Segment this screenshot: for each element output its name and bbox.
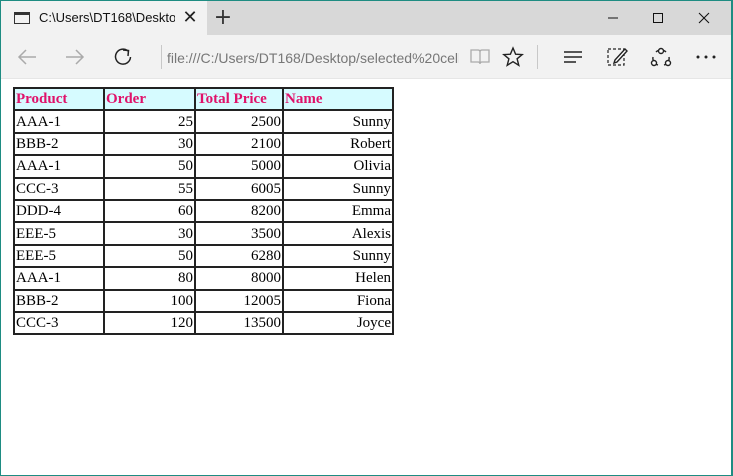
name-cell: Robert xyxy=(283,132,393,156)
total-price-cell: 2500 xyxy=(195,110,283,133)
table-header-row: Product Order Total Price Name xyxy=(14,88,393,111)
header-order: Order xyxy=(104,88,195,111)
refresh-icon xyxy=(114,48,132,65)
back-arrow-icon xyxy=(17,49,36,65)
tab-active[interactable]: C:\Users\DT168\Desktop ✕ xyxy=(1,1,207,35)
table-row: DDD-4 60 8200 Emma xyxy=(14,199,393,223)
tab-close-icon[interactable]: ✕ xyxy=(181,9,199,27)
title-bar: C:\Users\DT168\Desktop ✕ + xyxy=(1,1,731,35)
order-cell: 80 xyxy=(104,267,195,290)
name-cell: Sunny xyxy=(283,110,393,133)
total-price-cell: 2100 xyxy=(195,132,283,156)
name-cell: Joyce xyxy=(283,311,393,335)
table-row: EEE-5 30 3500 Alexis xyxy=(14,222,393,245)
address-bar[interactable]: file:///C:/Users/DT168/Desktop/selected%… xyxy=(167,47,459,69)
hub-button[interactable] xyxy=(557,41,589,73)
product-cell: EEE-5 xyxy=(14,222,104,245)
data-table: Product Order Total Price Name AAA-1 25 … xyxy=(13,87,394,336)
table-row: EEE-5 50 6280 Sunny xyxy=(14,244,393,268)
order-cell: 120 xyxy=(104,311,195,335)
toolbar-divider xyxy=(537,45,538,69)
header-total-price: Total Price xyxy=(195,88,283,111)
table-row: CCC-3 120 13500 Joyce xyxy=(14,311,393,335)
reading-view-button[interactable] xyxy=(464,41,496,73)
order-cell: 100 xyxy=(104,289,195,312)
name-cell: Alexis xyxy=(283,222,393,245)
maximize-button[interactable] xyxy=(635,1,681,35)
favorite-button[interactable] xyxy=(497,41,529,73)
maximize-icon xyxy=(653,13,663,23)
name-cell: Sunny xyxy=(283,244,393,268)
total-price-cell: 6005 xyxy=(195,177,283,200)
order-cell: 50 xyxy=(104,155,195,178)
table-row: AAA-1 50 5000 Olivia xyxy=(14,155,393,178)
header-name: Name xyxy=(283,88,393,111)
refresh-button[interactable] xyxy=(107,41,139,73)
minimize-icon xyxy=(608,17,618,19)
name-cell: Olivia xyxy=(283,155,393,178)
minimize-button[interactable] xyxy=(590,1,636,35)
browser-toolbar: file:///C:/Users/DT168/Desktop/selected%… xyxy=(1,35,731,79)
hub-icon xyxy=(564,51,582,63)
new-tab-icon[interactable]: + xyxy=(211,6,235,30)
total-price-cell: 5000 xyxy=(195,155,283,178)
total-price-cell: 13500 xyxy=(195,311,283,335)
table-row: BBB-2 100 12005 Fiona xyxy=(14,289,393,312)
product-cell: BBB-2 xyxy=(14,289,104,312)
name-cell: Fiona xyxy=(283,289,393,312)
order-cell: 30 xyxy=(104,132,195,156)
table-row: CCC-3 55 6005 Sunny xyxy=(14,177,393,200)
share-button[interactable] xyxy=(645,41,677,73)
product-cell: AAA-1 xyxy=(14,110,104,133)
web-note-button[interactable] xyxy=(601,41,633,73)
toolbar-divider xyxy=(161,45,162,69)
product-cell: AAA-1 xyxy=(14,267,104,290)
product-cell: AAA-1 xyxy=(14,155,104,178)
name-cell: Helen xyxy=(283,267,393,290)
pen-icon xyxy=(607,47,628,66)
product-cell: CCC-3 xyxy=(14,311,104,335)
order-cell: 25 xyxy=(104,110,195,133)
total-price-cell: 12005 xyxy=(195,289,283,312)
total-price-cell: 8200 xyxy=(195,199,283,223)
order-cell: 50 xyxy=(104,244,195,268)
table-row: BBB-2 30 2100 Robert xyxy=(14,132,393,156)
tab-title: C:\Users\DT168\Desktop xyxy=(39,10,175,25)
order-cell: 55 xyxy=(104,177,195,200)
browser-window: C:\Users\DT168\Desktop ✕ + file:///C:/Us… xyxy=(1,1,731,475)
close-icon xyxy=(698,12,710,24)
total-price-cell: 6280 xyxy=(195,244,283,268)
product-cell: EEE-5 xyxy=(14,244,104,268)
order-cell: 30 xyxy=(104,222,195,245)
forward-button[interactable] xyxy=(59,41,91,73)
close-button[interactable] xyxy=(681,1,727,35)
forward-arrow-icon xyxy=(66,49,85,65)
product-cell: CCC-3 xyxy=(14,177,104,200)
more-icon xyxy=(696,55,716,59)
total-price-cell: 3500 xyxy=(195,222,283,245)
book-icon xyxy=(470,49,490,65)
product-cell: DDD-4 xyxy=(14,199,104,223)
name-cell: Emma xyxy=(283,199,393,223)
page-icon xyxy=(14,12,30,24)
order-cell: 60 xyxy=(104,199,195,223)
table-row: AAA-1 25 2500 Sunny xyxy=(14,110,393,133)
product-cell: BBB-2 xyxy=(14,132,104,156)
star-icon xyxy=(502,46,524,67)
back-button[interactable] xyxy=(11,41,43,73)
more-button[interactable] xyxy=(690,41,722,73)
page-content: Product Order Total Price Name AAA-1 25 … xyxy=(1,79,731,475)
share-icon xyxy=(650,47,672,67)
name-cell: Sunny xyxy=(283,177,393,200)
table-row: AAA-1 80 8000 Helen xyxy=(14,267,393,290)
header-product: Product xyxy=(14,88,104,111)
total-price-cell: 8000 xyxy=(195,267,283,290)
